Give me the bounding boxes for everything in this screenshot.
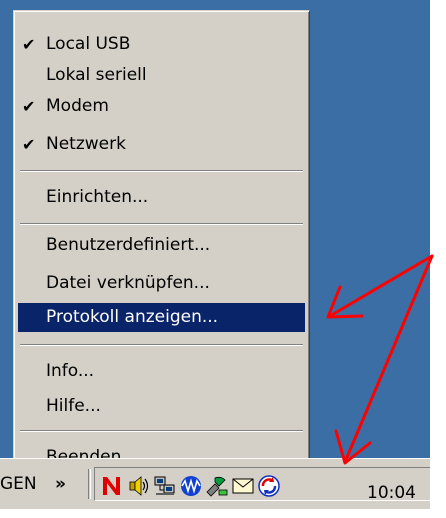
menu-item-label: Info... bbox=[46, 361, 95, 381]
menu-item-label: Einrichten... bbox=[46, 187, 149, 207]
mail-icon[interactable] bbox=[231, 474, 255, 498]
checkmark-icon: ✔ bbox=[22, 35, 36, 54]
menu-item-label: Modem bbox=[46, 96, 109, 116]
tray-context-menu: ✔ Local USB Lokal seriell ✔ Modem ✔ Netz… bbox=[13, 10, 310, 476]
checkmark-icon bbox=[22, 61, 42, 90]
sync-icon[interactable] bbox=[257, 474, 281, 498]
menu-item-datei-verknuepfen[interactable]: Datei verknüpfen... bbox=[18, 269, 305, 298]
system-clock[interactable]: 10:04 bbox=[367, 468, 416, 518]
menu-item-label: Datei verknüpfen... bbox=[46, 273, 210, 293]
taskbar-divider bbox=[88, 469, 91, 499]
menu-item-info[interactable]: Info... bbox=[18, 357, 305, 386]
menu-item-modem[interactable]: ✔ Modem bbox=[18, 92, 305, 121]
wave-icon[interactable] bbox=[179, 474, 203, 498]
menu-item-label: Netzwerk bbox=[46, 134, 126, 154]
menu-item-benutzerdefiniert[interactable]: Benutzerdefiniert... bbox=[18, 231, 305, 260]
menu-item-lokal-seriell[interactable]: Lokal seriell bbox=[18, 61, 305, 90]
checkmark-icon: ✔ bbox=[22, 135, 36, 154]
menu-item-einrichten[interactable]: Einrichten... bbox=[18, 183, 305, 212]
menu-item-label: Protokoll anzeigen... bbox=[46, 307, 219, 327]
menu-item-label: Benutzerdefiniert... bbox=[46, 235, 211, 255]
menu-item-label: Local USB bbox=[46, 34, 131, 54]
menu-item-hilfe[interactable]: Hilfe... bbox=[18, 392, 305, 421]
menu-item-label: Lokal seriell bbox=[46, 65, 147, 85]
menu-separator bbox=[20, 223, 303, 225]
taskbar-truncated-label: GEN bbox=[0, 474, 37, 494]
menu-item-local-usb[interactable]: ✔ Local USB bbox=[18, 30, 305, 59]
menu-separator bbox=[20, 344, 303, 346]
menu-item-protokoll-anzeigen[interactable]: Protokoll anzeigen... bbox=[18, 303, 305, 332]
checkmark-icon: ✔ bbox=[22, 97, 36, 116]
menu-separator bbox=[20, 170, 303, 172]
taskbar-chevron-button[interactable]: » bbox=[55, 459, 66, 509]
menu-separator bbox=[20, 430, 303, 432]
tools-icon[interactable] bbox=[205, 474, 229, 498]
menu-item-label: Hilfe... bbox=[46, 396, 101, 416]
norton-icon[interactable] bbox=[100, 474, 124, 498]
system-tray: 10:04 bbox=[94, 467, 430, 503]
menu-item-netzwerk[interactable]: ✔ Netzwerk bbox=[18, 130, 305, 159]
speaker-icon[interactable] bbox=[127, 474, 151, 498]
network-icon[interactable] bbox=[153, 474, 177, 498]
taskbar: GEN » 10:04 bbox=[0, 458, 430, 509]
